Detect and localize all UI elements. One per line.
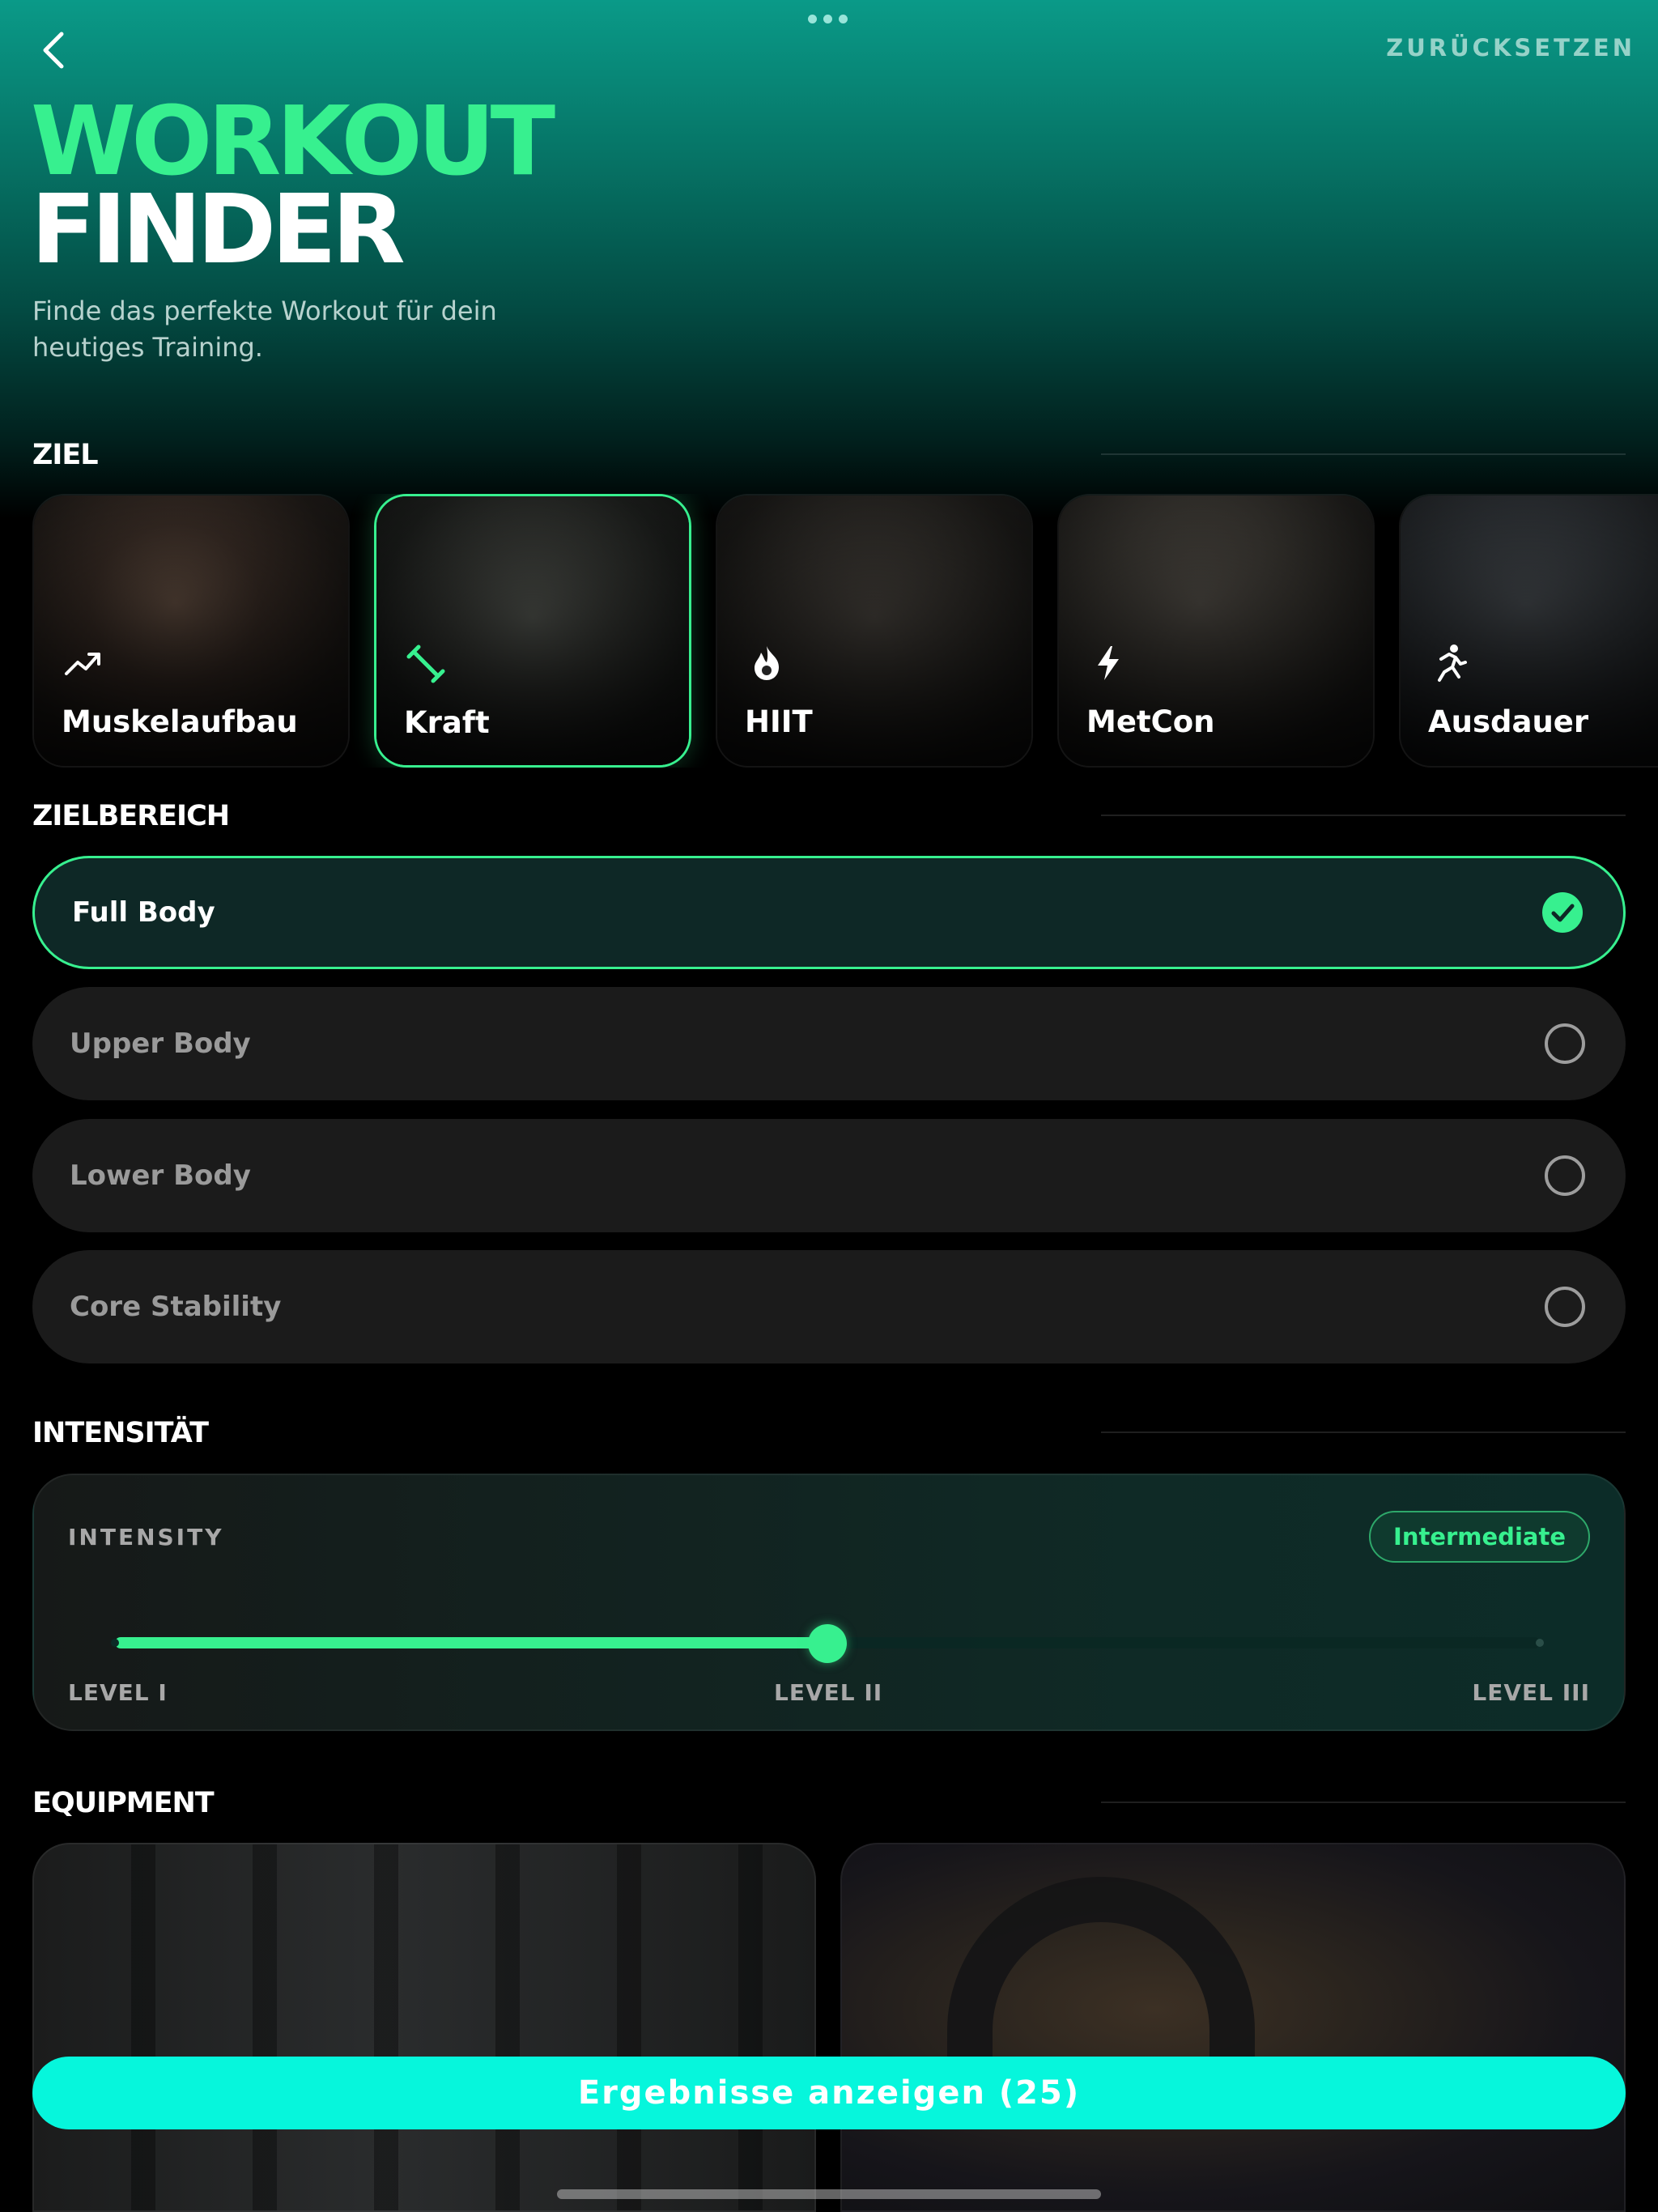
slider-fill xyxy=(115,1637,827,1648)
slider-tick-start xyxy=(111,1639,119,1647)
section-title-equipment: EQUIPMENT xyxy=(32,1787,215,1819)
radio-circle-icon xyxy=(1545,1155,1585,1196)
slider-tick-end xyxy=(1536,1639,1544,1647)
flame-icon xyxy=(755,646,779,680)
goal-label: MetCon xyxy=(1086,704,1215,739)
goal-label: Ausdauer xyxy=(1428,704,1589,739)
goal-card-metcon[interactable]: MetCon xyxy=(1057,494,1375,768)
intensity-card: INTENSITY Intermediate LEVEL I LEVEL II … xyxy=(32,1474,1626,1731)
trending-up-icon xyxy=(65,653,100,675)
target-option-lower-body[interactable]: Lower Body xyxy=(32,1119,1626,1232)
slider-thumb[interactable] xyxy=(808,1624,847,1663)
show-results-button[interactable]: Ergebnisse anzeigen (25) xyxy=(32,2057,1626,2129)
goal-label: HIIT xyxy=(745,704,813,739)
radio-circle-icon xyxy=(1545,1023,1585,1064)
goal-label: Kraft xyxy=(404,705,490,740)
section-title-intensity: INTENSITÄT xyxy=(32,1417,209,1449)
level-label-2: LEVEL II xyxy=(774,1679,883,1706)
back-button[interactable] xyxy=(31,24,76,76)
check-circle-icon xyxy=(1542,892,1583,933)
section-title-goal: ZIEL xyxy=(32,439,99,471)
more-dots-icon[interactable] xyxy=(808,15,848,23)
intensity-slider[interactable] xyxy=(111,1618,1544,1666)
page-title-line2: FINDER xyxy=(31,172,406,285)
target-option-label: Core Stability xyxy=(70,1291,282,1323)
target-option-label: Upper Body xyxy=(70,1027,251,1060)
page-title: WORKOUT FINDER xyxy=(31,85,555,285)
dumbbell-icon xyxy=(406,644,445,683)
target-option-full-body[interactable]: Full Body xyxy=(32,856,1626,969)
equipment-card-rack[interactable] xyxy=(32,1843,816,2212)
target-option-upper-body[interactable]: Upper Body xyxy=(32,987,1626,1100)
goal-label: Muskelaufbau xyxy=(62,704,298,739)
target-option-label: Full Body xyxy=(72,896,215,929)
bolt-icon xyxy=(1098,646,1119,680)
level-label-3: LEVEL III xyxy=(1472,1679,1590,1706)
chevron-left-icon xyxy=(43,32,64,69)
section-divider xyxy=(1101,1802,1626,1803)
equipment-card-kettlebell[interactable] xyxy=(840,1843,1626,2212)
section-title-target-area: ZIELBEREICH xyxy=(32,800,230,832)
reset-button[interactable]: ZURÜCKSETZEN xyxy=(1386,34,1635,62)
level-label-1: LEVEL I xyxy=(68,1679,168,1706)
section-divider xyxy=(1101,815,1626,816)
target-option-label: Lower Body xyxy=(70,1159,251,1192)
page-title-line1: WORKOUT xyxy=(31,85,555,197)
home-indicator xyxy=(557,2189,1101,2199)
goal-card-hiit[interactable]: HIIT xyxy=(716,494,1033,768)
goal-card-kraft[interactable]: Kraft xyxy=(374,494,691,768)
goal-card-muskelaufbau[interactable]: Muskelaufbau xyxy=(32,494,350,768)
intensity-label: INTENSITY xyxy=(68,1524,224,1551)
section-divider xyxy=(1101,1431,1626,1433)
runner-icon xyxy=(1438,644,1467,682)
intensity-badge: Intermediate xyxy=(1369,1511,1590,1563)
goal-card-ausdauer[interactable]: Ausdauer xyxy=(1399,494,1658,768)
radio-circle-icon xyxy=(1545,1287,1585,1327)
section-divider xyxy=(1101,453,1626,455)
target-option-core-stability[interactable]: Core Stability xyxy=(32,1250,1626,1363)
kettlebell-icon xyxy=(947,1877,1255,2087)
goal-carousel[interactable]: Muskelaufbau Kraft HIIT MetCon Ausdauer xyxy=(32,494,1658,768)
page-subtitle: Finde das perfekte Workout für dein heut… xyxy=(32,296,497,363)
